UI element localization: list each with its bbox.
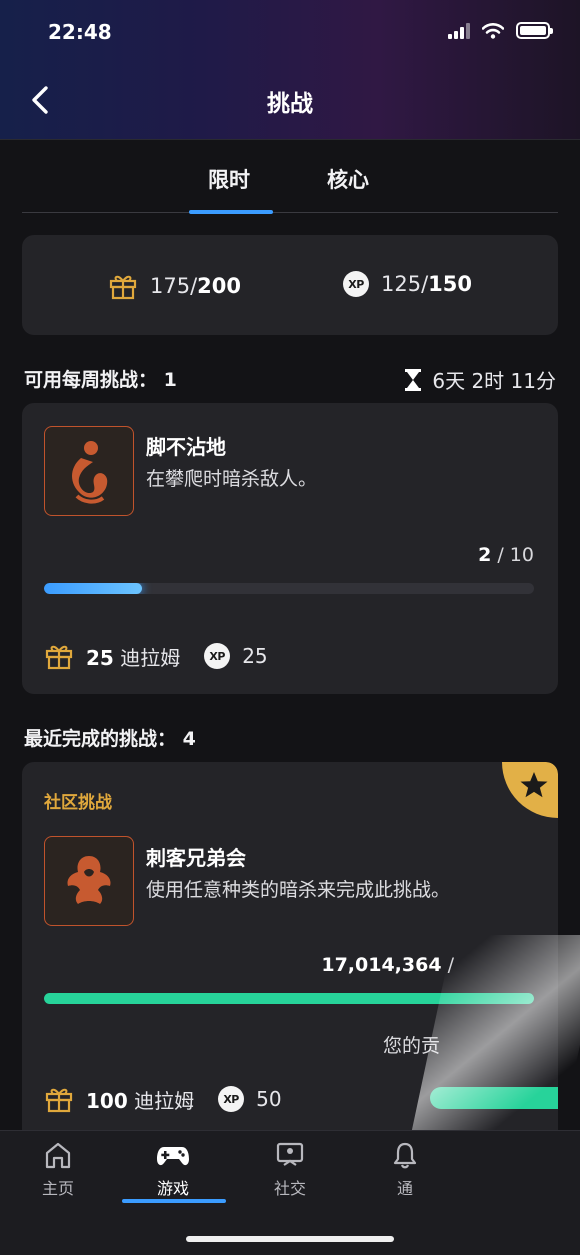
xp-icon: XP — [204, 643, 231, 669]
challenge-emblem-icon — [44, 426, 134, 516]
nav-games-label: 游戏 — [156, 1179, 189, 1198]
reward-xp: 25 — [242, 644, 268, 668]
nav-notifications-label: 通 — [396, 1179, 413, 1198]
bell-icon — [393, 1142, 417, 1169]
challenge-title: 脚不沾地 — [146, 435, 226, 459]
community-rewards: 100 迪拉姆 XP 50 — [44, 1084, 282, 1114]
social-icon — [276, 1142, 304, 1166]
community-description: 使用任意种类的暗杀来完成此挑战。 — [146, 879, 451, 901]
nav-home-label: 主页 — [41, 1179, 74, 1198]
xp-icon: XP — [218, 1086, 245, 1112]
progress-current: 2 — [478, 544, 492, 566]
community-reward-currency: 迪拉姆 — [127, 1088, 195, 1113]
featured-badge — [502, 762, 558, 818]
tab-bar: 限时 核心 — [22, 140, 558, 214]
your-contribution-label: 您的贡 — [383, 1035, 441, 1057]
community-title: 刺客兄弟会 — [146, 846, 246, 870]
contribution-bar — [430, 1087, 558, 1109]
nav-social-label: 社交 — [273, 1179, 306, 1198]
weekly-count: 1 — [163, 369, 177, 391]
tab-indicator — [189, 210, 273, 214]
nav-social[interactable]: 社交 — [245, 1141, 335, 1199]
xp-total: 150 — [428, 272, 473, 296]
community-emblem-icon — [44, 836, 134, 926]
nav-notifications[interactable]: 通 — [360, 1141, 450, 1199]
star-icon — [520, 772, 548, 798]
home-icon — [45, 1142, 71, 1169]
gamepad-icon — [157, 1147, 189, 1166]
xp-icon: XP — [343, 271, 369, 297]
recent-count: 4 — [182, 728, 196, 750]
challenge-progress-fill — [44, 583, 142, 594]
community-progress-fill — [44, 993, 534, 1004]
community-reward-xp: 50 — [256, 1087, 282, 1111]
battery-icon — [516, 22, 553, 39]
challenge-description: 在攀爬时暗杀敌人。 — [146, 468, 318, 490]
xp-progress: XP 125/150 — [343, 271, 472, 297]
xp-current: 125 — [381, 272, 422, 296]
challenge-progress-bar — [44, 583, 534, 594]
community-progress-current: 17,014,364 — [321, 954, 442, 976]
community-progress-bar — [44, 993, 534, 1004]
home-indicator — [186, 1236, 394, 1242]
signal-icon — [448, 22, 470, 39]
progress-total: / 10 — [491, 544, 534, 566]
page-title: 挑战 — [267, 91, 313, 117]
gift-icon — [45, 645, 73, 670]
rewards-summary-card: 175/200 XP 125/150 — [22, 235, 558, 335]
community-progress-text: 17,014,364 / — [321, 954, 454, 976]
nav-active-indicator — [122, 1199, 226, 1203]
recent-challenges-header: 最近完成的挑战： 4 — [24, 724, 558, 751]
recent-label: 最近完成的挑战： — [24, 728, 177, 750]
tab-limited[interactable]: 限时 — [208, 164, 250, 194]
nav-games[interactable]: 游戏 — [128, 1141, 218, 1199]
weekly-timer: 6天 2时 11分 — [404, 365, 556, 394]
gift-total: 200 — [197, 274, 242, 298]
gift-progress: 175/200 — [108, 271, 241, 301]
tab-core[interactable]: 核心 — [327, 164, 369, 194]
weekly-label: 可用每周挑战： — [24, 369, 158, 391]
weekly-challenges-header: 可用每周挑战： 1 6天 2时 11分 — [24, 365, 558, 394]
gift-icon — [109, 275, 137, 300]
challenge-rewards: 25 迪拉姆 XP 25 — [44, 641, 268, 671]
community-label: 社区挑战 — [44, 793, 112, 813]
nav-home[interactable]: 主页 — [13, 1141, 103, 1199]
reward-amount: 25 — [86, 645, 114, 670]
community-challenge-card[interactable]: 社区挑战 刺客兄弟会 使用任意种类的暗杀来完成此挑战。 17,014,364 /… — [22, 762, 558, 1162]
community-progress-sep: / — [441, 954, 454, 976]
reward-currency: 迪拉姆 — [113, 645, 181, 670]
timer-text: 6天 2时 11分 — [432, 369, 556, 393]
status-icons — [448, 22, 553, 39]
wifi-icon — [482, 22, 504, 39]
app-header: 22:48 挑战 — [0, 0, 580, 140]
gift-icon — [45, 1088, 73, 1113]
hourglass-icon — [405, 368, 422, 391]
status-time: 22:48 — [48, 20, 112, 44]
community-reward-amount: 100 — [86, 1088, 128, 1113]
challenge-progress-text: 2 / 10 — [478, 544, 534, 566]
gift-current: 175 — [150, 274, 191, 298]
challenge-card[interactable]: 脚不沾地 在攀爬时暗杀敌人。 2 / 10 25 迪拉姆 XP 25 — [22, 403, 558, 694]
